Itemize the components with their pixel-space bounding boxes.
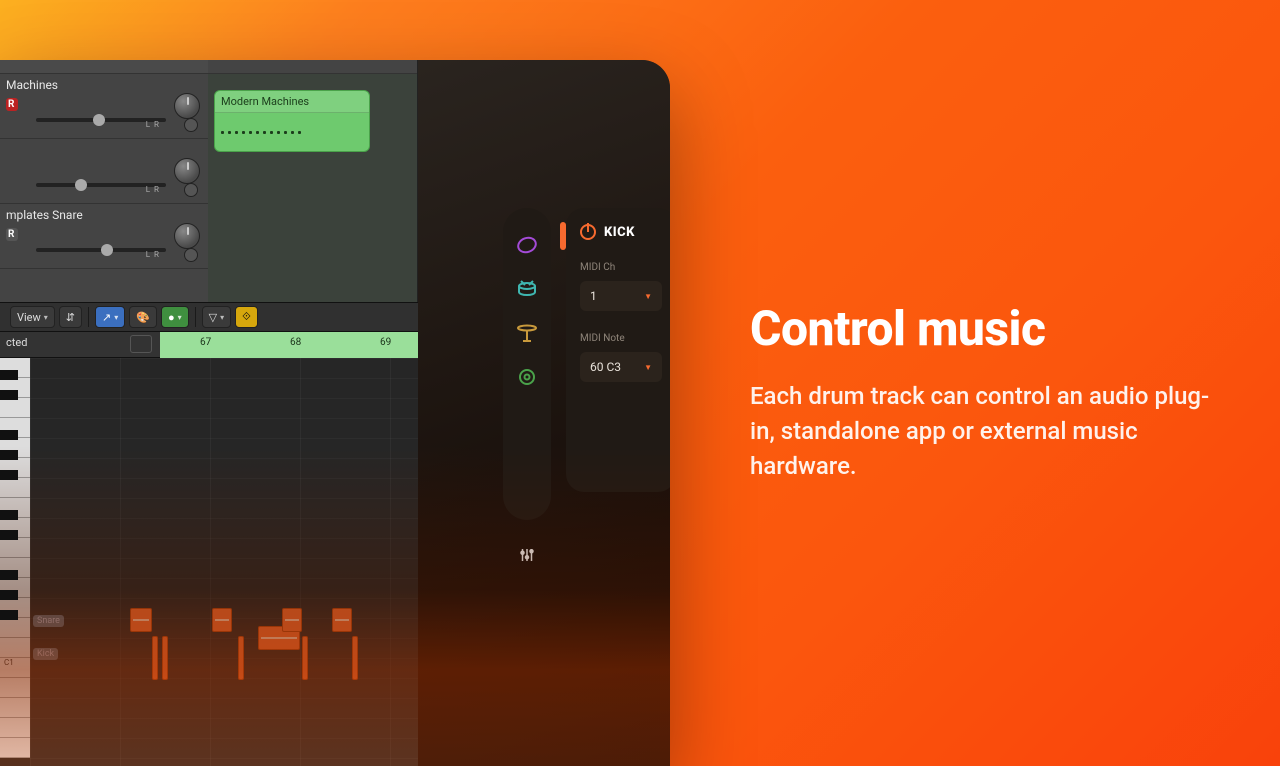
ruler-mark: 67 (200, 337, 211, 348)
midi-note[interactable] (332, 608, 352, 632)
pan-knob[interactable] (174, 93, 200, 119)
track-row[interactable]: mplates Snare R L R (0, 204, 208, 269)
brush-tool[interactable]: ●▾ (161, 306, 189, 328)
ruler[interactable]: 67 68 69 (160, 332, 418, 358)
automation-tool[interactable]: ↗▾ (95, 306, 125, 328)
link-tool[interactable]: ⟐ (235, 306, 258, 328)
palette-tool[interactable]: 🎨 (129, 306, 157, 328)
midi-note[interactable] (282, 608, 302, 632)
midi-ch-dropdown[interactable]: 1 ▼ (580, 281, 662, 311)
ruler-mark: 69 (380, 337, 391, 348)
body-text: Each drum track can control an audio plu… (750, 379, 1210, 483)
piano-keyboard[interactable]: C1 (0, 358, 30, 766)
chevron-down-icon: ▼ (644, 292, 652, 301)
record-arm-button[interactable]: R (6, 228, 18, 241)
sliders-icon[interactable] (518, 546, 536, 568)
app-mockup: Machines R L R L R mplates Snare R L R M… (0, 60, 670, 766)
active-indicator (560, 222, 566, 250)
quantize-box-icon[interactable] (130, 335, 152, 353)
key-label-c1: C1 (4, 658, 14, 667)
instrument-column (503, 208, 551, 520)
plugin-panel: KICK MIDI Ch 1 ▼ MIDI Note 60 C3 ▼ (418, 60, 670, 766)
track-row[interactable]: Machines R L R (0, 74, 208, 139)
cymbal-icon[interactable] (514, 320, 540, 346)
pan-knob[interactable] (174, 223, 200, 249)
midi-note-value: 60 C3 (590, 360, 621, 374)
track-settings-panel: KICK MIDI Ch 1 ▼ MIDI Note 60 C3 ▼ (566, 208, 670, 492)
marketing-copy: Control music Each drum track can contro… (750, 300, 1210, 483)
selected-label: cted (6, 336, 27, 349)
midi-notes-preview (221, 115, 363, 145)
track-title: mplates Snare (6, 208, 202, 222)
pan-mini-knob[interactable] (184, 183, 198, 197)
view-menu[interactable]: View▾ (10, 306, 55, 328)
editor-subbar: cted 67 68 69 (0, 332, 418, 358)
separator (195, 307, 196, 327)
chevron-down-icon: ▼ (644, 363, 652, 372)
lr-label: L R (146, 120, 160, 129)
loop-icon[interactable] (514, 232, 540, 258)
pan-mini-knob[interactable] (184, 118, 198, 132)
roll-grid[interactable] (30, 358, 418, 766)
pan-mini-knob[interactable] (184, 248, 198, 262)
arrangement-area[interactable]: Modern Machines (208, 60, 418, 302)
midi-note-dropdown[interactable]: 60 C3 ▼ (580, 352, 662, 382)
ruler-mark: 68 (290, 337, 301, 348)
pan-knob[interactable] (174, 158, 200, 184)
gear-icon[interactable] (514, 364, 540, 390)
midi-note[interactable] (130, 608, 152, 632)
piano-roll[interactable]: C1 Snare Kick (0, 358, 418, 766)
midi-note[interactable] (162, 636, 168, 680)
midi-note[interactable] (302, 636, 308, 680)
drum-icon[interactable] (514, 276, 540, 302)
power-icon[interactable] (580, 224, 596, 240)
midi-note-label: MIDI Note (580, 333, 662, 344)
record-arm-button[interactable]: R (6, 98, 18, 111)
midi-ch-label: MIDI Ch (580, 262, 662, 273)
midi-ch-value: 1 (590, 289, 597, 303)
filter-tool[interactable]: ▽▾ (202, 306, 231, 328)
lr-label: L R (146, 185, 160, 194)
track-row[interactable]: L R (0, 139, 208, 204)
track-list: Machines R L R L R mplates Snare R L R (0, 60, 208, 302)
separator (88, 307, 89, 327)
midi-region[interactable]: Modern Machines (214, 90, 370, 152)
midi-note[interactable] (352, 636, 358, 680)
midi-note[interactable] (238, 636, 244, 680)
midi-note[interactable] (212, 608, 232, 632)
lr-label: L R (146, 250, 160, 259)
clip-title: Modern Machines (215, 91, 369, 113)
headline: Control music (750, 300, 1210, 357)
arrange-header-bar (208, 60, 417, 74)
tracks-header-bar (0, 60, 208, 74)
editor-toolbar: View▾ ⇵ ↗▾ 🎨 ●▾ ▽▾ ⟐ (0, 302, 418, 332)
snap-icon[interactable]: ⇵ (59, 306, 82, 328)
midi-note[interactable] (152, 636, 158, 680)
track-name: KICK (604, 225, 635, 240)
track-title: Machines (6, 78, 202, 92)
